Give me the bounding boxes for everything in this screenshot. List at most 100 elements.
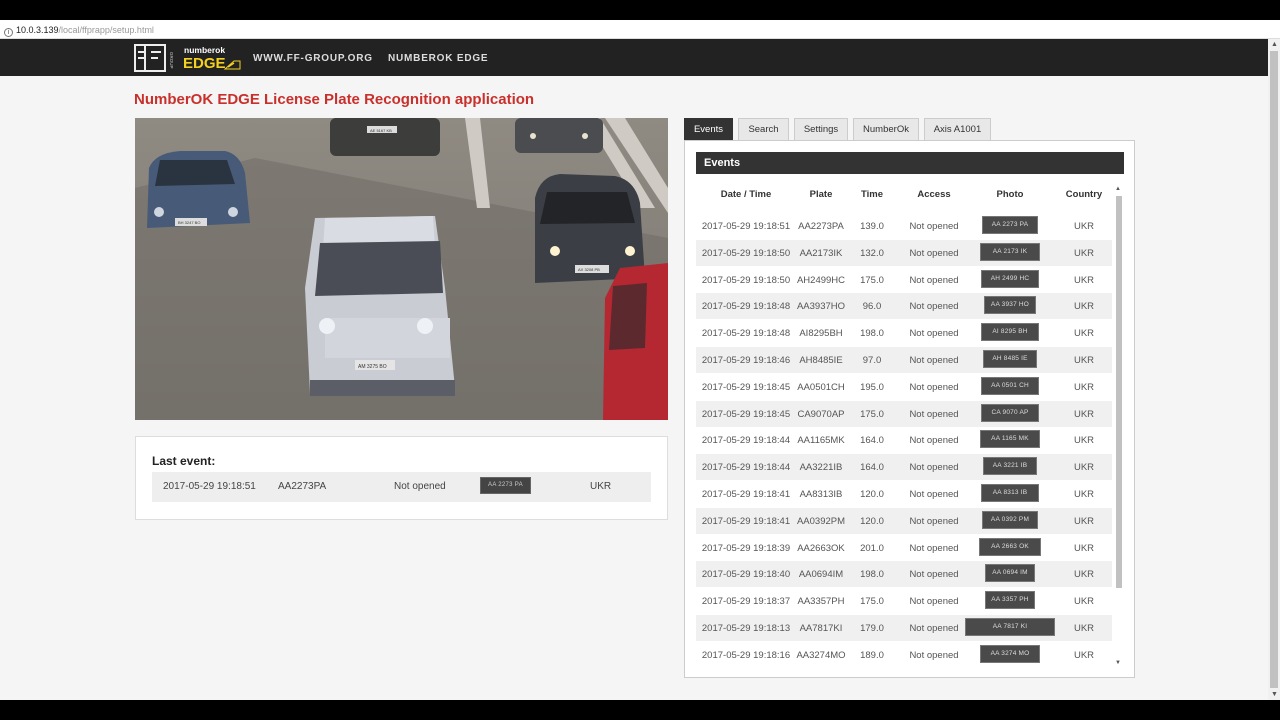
row-photo[interactable]: AH 2499 HC xyxy=(981,269,1039,288)
window-top-bar xyxy=(0,0,1280,20)
col-access: Access xyxy=(917,189,951,200)
row-plate: AA3357PH xyxy=(797,596,845,608)
table-row[interactable]: 2017-05-29 19:18:46 AH8485IE 97.0 Not opene… xyxy=(696,347,1112,373)
scrollbar-thumb[interactable] xyxy=(1270,51,1278,688)
red-van-right xyxy=(603,263,668,420)
row-access: Not opened xyxy=(909,489,959,500)
row-datetime: 2017-05-29 19:18:44 xyxy=(701,462,791,474)
row-photo[interactable]: AA 3274 MO xyxy=(980,644,1040,663)
row-time: 120.0 xyxy=(860,515,884,527)
row-photo[interactable]: AA 3221 IB xyxy=(983,457,1037,476)
tab-events[interactable]: Events xyxy=(684,118,733,141)
table-row[interactable]: 2017-05-29 19:18:44 AA1165MK 164.0 Not open… xyxy=(696,427,1112,453)
tab-numberok[interactable]: NumberOk xyxy=(853,118,919,141)
scroll-up-icon[interactable]: ▲ xyxy=(1271,41,1278,48)
ff-group-logo[interactable]: GROUP numberok EDGE xyxy=(134,43,242,72)
row-photo[interactable]: AA 0694 IM xyxy=(985,564,1035,583)
row-access: Not opened xyxy=(909,649,959,661)
row-photo[interactable]: AA 3357 PH xyxy=(985,591,1035,610)
table-scrollbar-thumb[interactable] xyxy=(1116,196,1122,588)
table-scroll-down-icon[interactable]: ▼ xyxy=(1115,660,1121,666)
row-datetime: 2017-05-29 19:18:37 xyxy=(701,596,791,608)
col-photo: Photo xyxy=(996,189,1024,200)
row-photo[interactable]: AA 3937 HO xyxy=(984,296,1036,315)
row-photo[interactable]: CA 9070 AP xyxy=(981,403,1039,422)
row-datetime: 2017-05-29 19:18:44 xyxy=(701,435,791,447)
row-country: UKR xyxy=(1073,381,1095,393)
table-row[interactable]: 2017-05-29 19:18:40 AA0694IM 198.0 Not open… xyxy=(696,561,1112,588)
table-row[interactable]: 2017-05-29 19:18:41 AA0392PM 120.0 Not open… xyxy=(696,507,1112,534)
row-access: Not opened xyxy=(909,408,959,420)
row-country: UKR xyxy=(1073,596,1095,608)
row-time: 139.0 xyxy=(860,221,884,232)
row-datetime: 2017-05-29 19:18:45 xyxy=(701,408,791,420)
table-scroll-up-icon[interactable]: ▲ xyxy=(1115,186,1121,192)
events-table-body: 2017-05-29 19:18:51 AA2273PA 139.0 Not open… xyxy=(696,213,1112,668)
car-left-blue: BH 3247 BO xyxy=(147,151,250,228)
row-photo[interactable]: AA 0392 PM xyxy=(982,510,1038,529)
row-photo[interactable]: AA 2663 OK xyxy=(979,537,1041,556)
row-country: UKR xyxy=(1073,623,1095,634)
van-center: AM 3275 BO xyxy=(305,216,455,396)
table-row[interactable]: 2017-05-29 19:18:51 AA2273PA 139.0 Not open… xyxy=(696,213,1112,239)
row-plate: AA2273PA xyxy=(798,221,844,232)
row-datetime: 2017-05-29 19:18:48 xyxy=(701,301,791,313)
table-row[interactable]: 2017-05-29 19:18:45 AA0501CH 195.0 Not open… xyxy=(696,374,1112,400)
main-content: NumberOK EDGE License Plate Recognition … xyxy=(0,76,1268,700)
table-row[interactable]: 2017-05-29 19:18:13 AA7817KI 179.0 Not open… xyxy=(696,615,1112,641)
row-photo[interactable]: AH 8485 IE xyxy=(983,350,1037,368)
tab-search[interactable]: Search xyxy=(738,118,789,141)
svg-text:AE 5167 KB: AE 5167 KB xyxy=(370,128,392,133)
info-icon[interactable]: i xyxy=(4,28,13,37)
row-photo[interactable]: AA 7817 KI xyxy=(965,618,1055,636)
row-photo[interactable]: AA 2273 PA xyxy=(982,216,1038,234)
row-photo[interactable]: AA 2173 IK xyxy=(980,242,1040,261)
row-photo[interactable]: AA 0501 CH xyxy=(981,376,1039,395)
table-row[interactable]: 2017-05-29 19:18:44 AA3221IB 164.0 Not open… xyxy=(696,454,1112,481)
last-event-row: 2017-05-29 19:18:51 AA2273PA Not opened … xyxy=(152,472,651,502)
table-row[interactable]: 2017-05-29 19:18:45 CA9070AP 175.0 Not open… xyxy=(696,400,1112,427)
car-top-dark: AE 5167 KB xyxy=(330,118,440,156)
tab-settings[interactable]: Settings xyxy=(794,118,848,141)
row-time: 198.0 xyxy=(860,569,884,581)
table-row[interactable]: 2017-05-29 19:18:16 AA3274MO 189.0 Not open… xyxy=(696,642,1112,668)
table-row[interactable]: 2017-05-29 19:18:50 AH2499HC 175.0 Not open… xyxy=(696,267,1112,293)
row-photo[interactable]: AA 8313 IB xyxy=(981,484,1039,502)
row-country: UKR xyxy=(1073,462,1095,474)
row-datetime: 2017-05-29 19:18:41 xyxy=(701,489,791,500)
row-datetime: 2017-05-29 19:18:41 xyxy=(701,515,791,527)
row-access: Not opened xyxy=(909,355,959,366)
row-country: UKR xyxy=(1073,435,1095,447)
tab-axis-a1001[interactable]: Axis A1001 xyxy=(924,118,991,141)
address-bar[interactable]: i 10.0.3.139/local/ffprapp/setup.html xyxy=(0,20,1280,39)
table-row[interactable]: 2017-05-29 19:18:50 AA2173IK 132.0 Not open… xyxy=(696,239,1112,266)
row-time: 175.0 xyxy=(860,274,884,286)
row-photo[interactable]: AA 1165 MK xyxy=(980,430,1040,449)
table-row[interactable]: 2017-05-29 19:18:41 AA8313IB 120.0 Not open… xyxy=(696,481,1112,507)
last-event-plate: AA2273PA xyxy=(278,481,327,492)
row-country: UKR xyxy=(1073,408,1095,420)
row-country: UKR xyxy=(1073,542,1095,554)
nav-link-numberok-edge[interactable]: NUMBEROK EDGE xyxy=(388,53,488,64)
row-country: UKR xyxy=(1073,355,1095,366)
table-row[interactable]: 2017-05-29 19:18:39 AA2663OK 201.0 Not open… xyxy=(696,535,1112,561)
scroll-down-icon[interactable]: ▼ xyxy=(1271,691,1278,698)
svg-text:numberok: numberok xyxy=(184,45,225,55)
row-access: Not opened xyxy=(909,247,959,259)
row-plate: AA3221IB xyxy=(799,462,843,474)
row-access: Not opened xyxy=(909,596,959,608)
table-row[interactable]: 2017-05-29 19:18:37 AA3357PH 175.0 Not open… xyxy=(696,588,1112,614)
nav-link-ff-group[interactable]: WWW.FF-GROUP.ORG xyxy=(253,53,373,64)
last-event-access: Not opened xyxy=(394,481,446,492)
table-row[interactable]: 2017-05-29 19:18:48 AI8295BH 198.0 Not open… xyxy=(696,320,1112,346)
row-photo[interactable]: AI 8295 BH xyxy=(981,323,1039,342)
last-event-country: UKR xyxy=(590,481,612,492)
row-plate: AA3937HO xyxy=(796,301,846,313)
page-scrollbar[interactable]: ▲ ▼ xyxy=(1268,39,1280,700)
events-table-scrollbar[interactable]: ▲ ▼ xyxy=(1114,186,1123,666)
svg-text:AM 3275 BO: AM 3275 BO xyxy=(358,364,387,370)
table-row[interactable]: 2017-05-29 19:18:48 AA3937HO 96.0 Not opene… xyxy=(696,293,1112,320)
row-datetime: 2017-05-29 19:18:13 xyxy=(701,623,791,634)
row-access: Not opened xyxy=(909,328,959,340)
page-title: NumberOK EDGE License Plate Recognition … xyxy=(134,91,535,108)
